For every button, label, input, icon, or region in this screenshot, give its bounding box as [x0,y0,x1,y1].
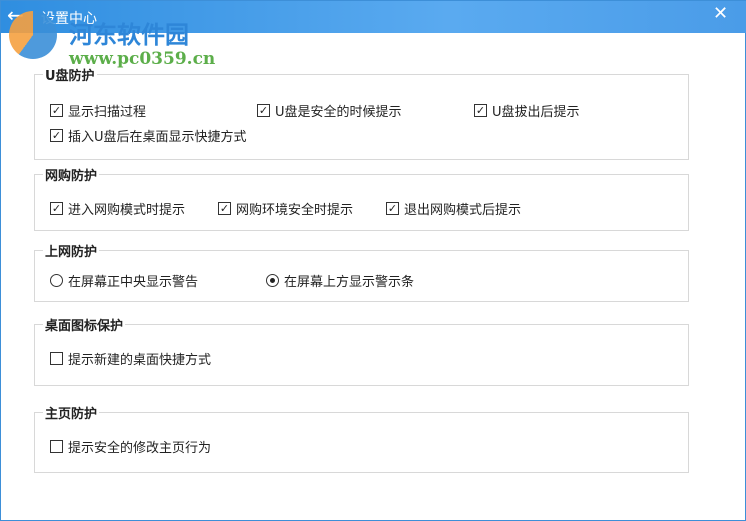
checkbox-usb-removed[interactable]: ✓ U盘拔出后提示 [474,101,580,120]
checkbox-enter-shopping[interactable]: ✓ 进入网购模式时提示 [50,199,185,218]
close-icon[interactable]: ✕ [713,3,728,24]
checkbox-shopping-safe[interactable]: ✓ 网购环境安全时提示 [218,199,353,218]
checkbox-usb-safe[interactable]: ✓ U盘是安全的时候提示 [257,101,402,120]
group-shopping-protection: 网购防护 ✓ 进入网购模式时提示 ✓ 网购环境安全时提示 ✓ 退出网购模式后提示 [34,165,689,231]
radio-center-warning[interactable]: 在屏幕正中央显示警告 [50,271,198,290]
checkbox-usb-shortcut[interactable]: ✓ 插入U盘后在桌面显示快捷方式 [50,126,247,145]
window-title: 设置中心 [41,11,97,27]
group-label: U盘防护 [43,65,97,84]
checkbox-exit-shopping[interactable]: ✓ 退出网购模式后提示 [386,199,521,218]
checkbox-new-shortcut[interactable]: 提示新建的桌面快捷方式 [50,349,211,368]
group-web-protection: 上网防护 在屏幕正中央显示警告 在屏幕上方显示警示条 [34,241,689,302]
group-desktop-icon-protection: 桌面图标保护 提示新建的桌面快捷方式 [34,315,689,386]
title-bar: ← 设置中心 ✕ [1,1,746,33]
checkbox-homepage-change[interactable]: 提示安全的修改主页行为 [50,437,211,456]
group-label: 上网防护 [43,241,100,260]
checkbox-show-scan[interactable]: ✓ 显示扫描过程 [50,101,146,120]
group-usb-protection: U盘防护 ✓ 显示扫描过程 ✓ U盘是安全的时候提示 ✓ U盘拔出后提示 ✓ 插入U盘后… [34,65,689,160]
group-label: 桌面图标保护 [43,315,126,334]
radio-top-bar[interactable]: 在屏幕上方显示警示条 [266,271,414,290]
group-label: 主页防护 [43,403,100,422]
group-label: 网购防护 [43,165,100,184]
arrow-left-icon[interactable]: ← [7,3,24,27]
group-homepage-protection: 主页防护 提示安全的修改主页行为 [34,403,689,473]
